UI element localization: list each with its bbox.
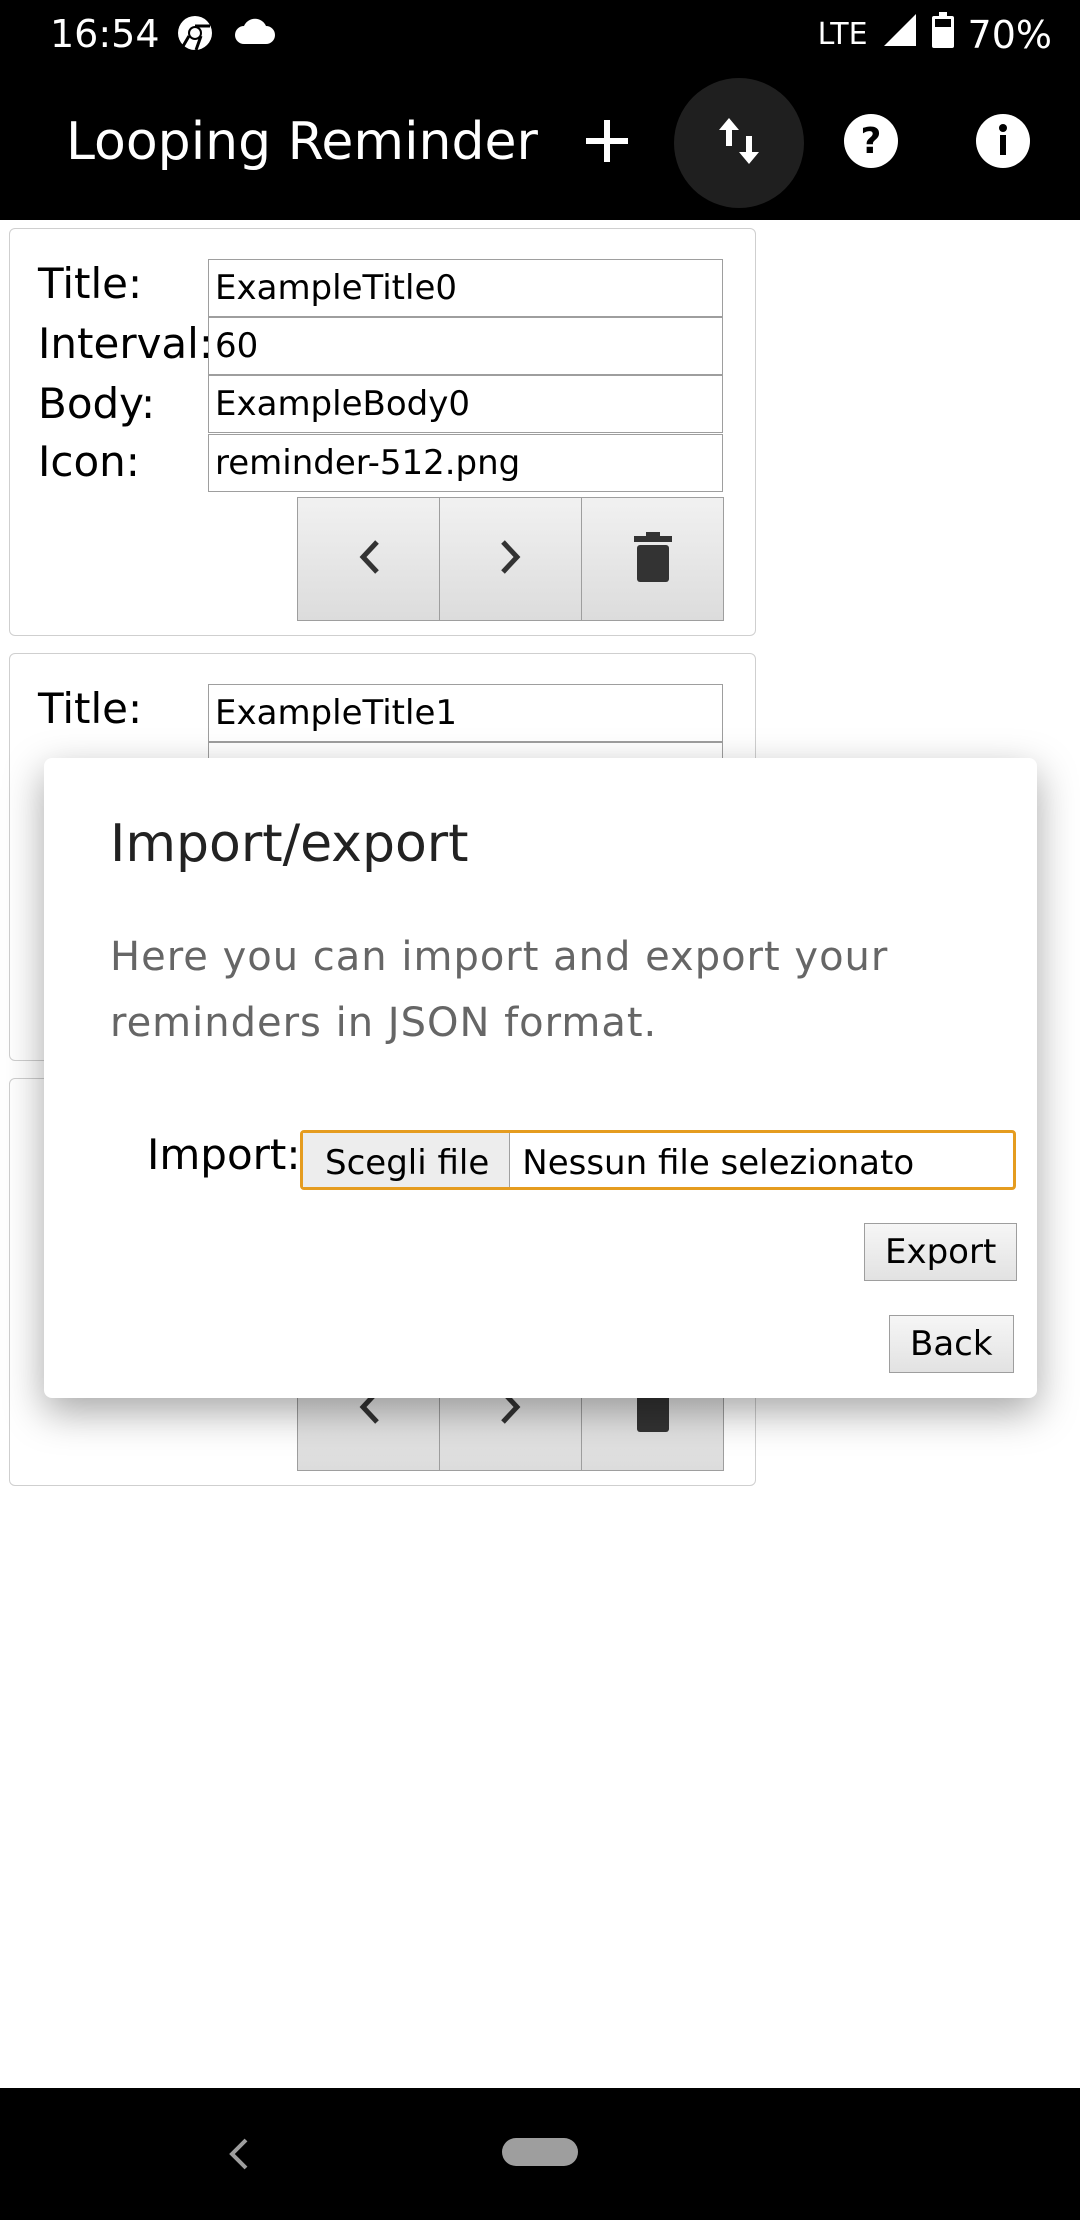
export-button[interactable]: Export xyxy=(864,1223,1018,1281)
move-down-button[interactable] xyxy=(439,497,582,621)
chrome-icon xyxy=(176,14,214,57)
help-icon: ? xyxy=(843,113,899,174)
help-button[interactable]: ? xyxy=(806,78,936,208)
battery-icon xyxy=(931,12,954,57)
dialog-description: Here you can import and export your remi… xyxy=(110,934,889,1046)
icon-field[interactable]: reminder-512.png xyxy=(208,434,723,492)
move-up-button[interactable] xyxy=(297,497,440,621)
import-export-dialog: Import/export Here you can import and ex… xyxy=(44,758,1037,1398)
reminder-card: Title: Interval: Body: Icon: ExampleTitl… xyxy=(9,228,756,636)
back-button[interactable]: Back xyxy=(889,1315,1014,1373)
import-export-icon xyxy=(717,116,761,171)
status-bar: 16:54 LTE 70% xyxy=(0,0,1080,68)
import-export-button[interactable] xyxy=(674,78,804,208)
app-bar: Looping Reminder ? xyxy=(0,68,1080,220)
import-label: Import: xyxy=(147,1130,301,1179)
icon-label: Icon: xyxy=(38,437,140,486)
home-pill-icon[interactable] xyxy=(502,2138,578,2166)
back-nav-icon[interactable] xyxy=(224,2134,254,2179)
title-field[interactable]: ExampleTitle0 xyxy=(208,259,723,317)
info-icon xyxy=(975,113,1031,174)
choose-file-button[interactable]: Scegli file xyxy=(303,1133,511,1187)
dialog-title: Import/export xyxy=(110,814,469,874)
battery-level: 70% xyxy=(967,12,1052,57)
add-icon xyxy=(584,118,630,169)
signal-icon xyxy=(882,12,918,57)
navigation-bar xyxy=(0,2088,1080,2220)
chevron-left-icon xyxy=(357,538,381,581)
trash-icon xyxy=(633,531,672,587)
info-button[interactable] xyxy=(938,78,1068,208)
title-label: Title: xyxy=(38,259,143,308)
delete-button[interactable] xyxy=(581,497,724,621)
app-title: Looping Reminder xyxy=(66,112,538,172)
title-field[interactable]: ExampleTitle1 xyxy=(208,684,723,742)
body-label: Body: xyxy=(38,379,156,428)
cloud-icon xyxy=(234,18,276,51)
status-time: 16:54 xyxy=(50,12,160,56)
title-label: Title: xyxy=(38,684,143,733)
body-field[interactable]: ExampleBody0 xyxy=(208,375,723,433)
interval-label: Interval: xyxy=(38,319,213,368)
add-button[interactable] xyxy=(542,78,672,208)
chevron-right-icon xyxy=(499,538,523,581)
file-status: Nessun file selezionato xyxy=(522,1143,915,1183)
interval-field[interactable]: 60 xyxy=(208,317,723,375)
svg-text:?: ? xyxy=(861,121,882,162)
file-input[interactable]: Scegli file Nessun file selezionato xyxy=(300,1130,1016,1190)
network-type: LTE xyxy=(817,17,868,52)
